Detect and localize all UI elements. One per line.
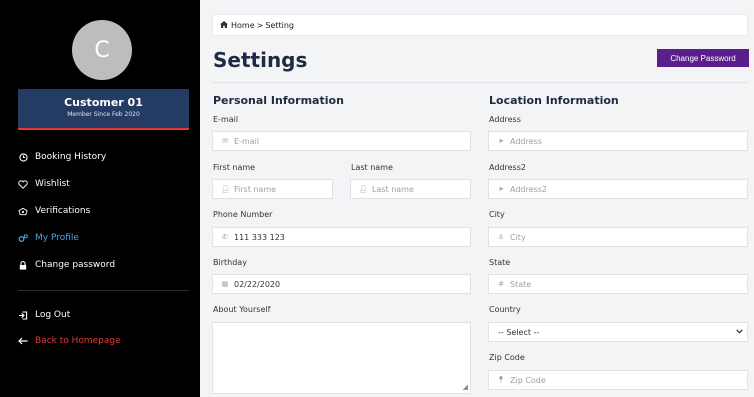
sidebar-divider — [18, 290, 189, 291]
location-arrow-icon: ➤ — [498, 185, 504, 193]
map-pin-icon: 📍︎ — [496, 376, 506, 384]
calendar-icon: ▦ — [221, 280, 229, 288]
zip-field[interactable]: 📍︎ Zip Code — [488, 370, 748, 390]
envelope-icon: ✉ — [222, 137, 228, 145]
clock-icon — [18, 152, 28, 162]
city-label: City — [489, 210, 505, 219]
back-to-homepage-link[interactable]: Back to Homepage — [18, 334, 121, 348]
member-since: Member Since Feb 2020 — [67, 111, 140, 118]
city-icon: ⚓︎ — [497, 233, 505, 241]
page-title: Settings — [213, 48, 308, 72]
location-arrow-icon: ➤ — [498, 137, 504, 145]
title-divider — [212, 82, 748, 83]
address-label: Address — [489, 115, 521, 124]
breadcrumb-separator: > — [256, 20, 264, 30]
first-name-label: First name — [213, 163, 256, 172]
location-information-title: Location Information — [489, 94, 619, 107]
sidebar: C Customer 01 Member Since Feb 2020 Book… — [0, 0, 200, 397]
breadcrumb-home[interactable]: Home — [231, 21, 255, 30]
birthday-field[interactable]: ▦ 02/22/2020 — [212, 274, 471, 294]
last-name-field[interactable]: 👤︎ Last name — [350, 179, 471, 199]
breadcrumb: Home > Setting — [212, 14, 748, 36]
city-field[interactable]: ⚓︎ City — [488, 227, 748, 247]
sidebar-item-my-profile[interactable]: My Profile — [18, 231, 79, 245]
profile-card: Customer 01 Member Since Feb 2020 — [18, 89, 189, 130]
home-icon — [220, 20, 228, 30]
address2-placeholder: Address2 — [510, 184, 547, 194]
sidebar-item-label: Wishlist — [35, 179, 70, 189]
heart-icon — [18, 179, 28, 189]
chevron-down-icon — [736, 327, 743, 336]
phone-field[interactable]: ✆ 111 333 123 — [212, 227, 471, 247]
address2-label: Address2 — [489, 163, 526, 172]
personal-information-title: Personal Information — [213, 94, 344, 107]
country-selected: -- Select -- — [498, 327, 540, 337]
sidebar-item-label: Booking History — [35, 152, 107, 162]
user-icon: 👤︎ — [358, 185, 368, 193]
back-label: Back to Homepage — [35, 336, 121, 346]
country-select[interactable]: -- Select -- — [488, 322, 748, 342]
phone-label: Phone Number — [213, 210, 273, 219]
address-field[interactable]: ➤ Address — [488, 131, 748, 151]
sidebar-item-booking-history[interactable]: Booking History — [18, 150, 106, 164]
address2-field[interactable]: ➤ Address2 — [488, 179, 748, 199]
about-textarea[interactable]: ◢ — [212, 322, 471, 394]
sidebar-item-label: Change password — [35, 260, 116, 270]
breadcrumb-current: Setting — [265, 20, 294, 30]
state-placeholder: State — [510, 279, 532, 289]
customer-name: Customer 01 — [64, 96, 143, 109]
email-field[interactable]: ✉ E-mail — [212, 131, 471, 151]
state-label: State — [489, 258, 511, 267]
birthday-label: Birthday — [213, 258, 247, 267]
address-placeholder: Address — [510, 136, 542, 146]
last-name-label: Last name — [351, 163, 393, 172]
user-icon: 👤︎ — [220, 185, 230, 193]
arrow-left-icon — [18, 336, 28, 346]
state-field[interactable]: # State — [488, 274, 748, 294]
gears-icon — [18, 233, 28, 243]
change-password-button[interactable]: Change Password — [657, 49, 749, 67]
resize-handle-icon[interactable]: ◢ — [463, 383, 468, 391]
avatar-letter: C — [94, 37, 110, 63]
city-placeholder: City — [510, 232, 526, 242]
birthday-value: 02/22/2020 — [234, 279, 281, 289]
sidebar-item-verifications[interactable]: Verifications — [18, 204, 90, 218]
lock-icon — [18, 260, 28, 270]
phone-icon: ✆ — [222, 233, 228, 241]
first-name-placeholder: First name — [234, 184, 277, 194]
sidebar-item-wishlist[interactable]: Wishlist — [18, 177, 70, 191]
sidebar-item-label: Verifications — [35, 206, 91, 216]
zip-placeholder: Zip Code — [510, 375, 546, 385]
country-label: Country — [489, 305, 521, 314]
logout-link[interactable]: Log Out — [18, 308, 70, 322]
email-placeholder: E-mail — [234, 136, 260, 146]
sidebar-item-change-password[interactable]: Change password — [18, 258, 115, 272]
sidebar-item-label: My Profile — [35, 233, 79, 243]
badge-icon — [18, 206, 28, 216]
avatar: C — [72, 20, 132, 80]
logout-icon — [18, 310, 28, 320]
last-name-placeholder: Last name — [372, 184, 414, 194]
about-label: About Yourself — [213, 305, 271, 314]
email-label: E-mail — [213, 115, 239, 124]
logout-label: Log Out — [35, 310, 71, 320]
hash-icon: # — [498, 280, 504, 288]
first-name-field[interactable]: 👤︎ First name — [212, 179, 333, 199]
zip-label: Zip Code — [489, 353, 525, 362]
phone-value: 111 333 123 — [234, 232, 285, 242]
